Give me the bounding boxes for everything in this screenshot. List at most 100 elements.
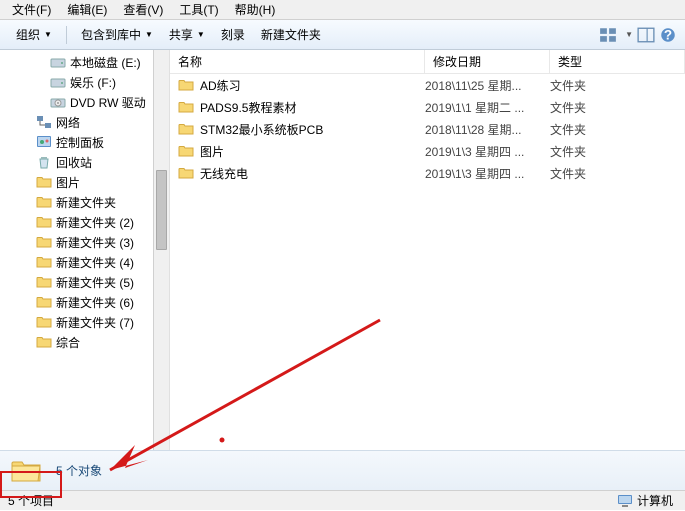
- file-row[interactable]: STM32最小系统板PCB 2018\11\28 星期...文件夹: [170, 118, 685, 140]
- tree-item-label: DVD RW 驱动: [70, 94, 146, 111]
- file-date: 2018\11\25 星期...: [425, 77, 550, 94]
- new-folder-label: 新建文件夹: [261, 26, 321, 43]
- tree-item[interactable]: 图片: [0, 172, 169, 192]
- tree-item-label: 图片: [56, 174, 80, 191]
- header-type[interactable]: 类型: [550, 50, 685, 73]
- folder-icon: [36, 314, 52, 330]
- tree-item[interactable]: 新建文件夹 (5): [0, 272, 169, 292]
- tree-item[interactable]: 新建文件夹: [0, 192, 169, 212]
- burn-label: 刻录: [221, 26, 245, 43]
- folder-icon: [36, 234, 52, 250]
- chevron-down-icon: ▼: [145, 30, 153, 39]
- file-name: AD练习: [200, 77, 241, 94]
- share-label: 共享: [169, 26, 193, 43]
- tree-item[interactable]: 新建文件夹 (3): [0, 232, 169, 252]
- status-location: 计算机: [637, 492, 673, 509]
- preview-pane-icon[interactable]: [637, 26, 655, 44]
- file-type: 文件夹: [550, 121, 586, 138]
- new-folder-button[interactable]: 新建文件夹: [253, 23, 329, 46]
- file-date: 2019\1\1 星期二 ...: [425, 99, 550, 116]
- burn-button[interactable]: 刻录: [213, 23, 253, 46]
- control-icon: [36, 134, 52, 150]
- menu-tools[interactable]: 工具(T): [171, 0, 226, 20]
- file-name: 无线充电: [200, 165, 248, 182]
- include-library-button[interactable]: 包含到库中 ▼: [73, 23, 161, 46]
- folder-icon: [178, 121, 194, 137]
- file-type: 文件夹: [550, 165, 586, 182]
- dvd-icon: [50, 94, 66, 110]
- tree-item[interactable]: 综合: [0, 332, 169, 352]
- folder-icon: [36, 194, 52, 210]
- help-icon[interactable]: ?: [659, 26, 677, 44]
- drive-icon: [50, 74, 66, 90]
- folder-icon: [178, 165, 194, 181]
- include-library-label: 包含到库中: [81, 26, 141, 43]
- folder-icon: [178, 99, 194, 115]
- organize-button[interactable]: 组织 ▼: [8, 23, 60, 46]
- header-name[interactable]: 名称: [170, 50, 425, 73]
- file-type: 文件夹: [550, 77, 586, 94]
- menu-help[interactable]: 帮助(H): [227, 0, 284, 20]
- file-date: 2019\1\3 星期四 ...: [425, 165, 550, 182]
- tree-item-label: 本地磁盘 (E:): [70, 54, 141, 71]
- organize-label: 组织: [16, 26, 40, 43]
- tree-item-label: 新建文件夹 (2): [56, 214, 134, 231]
- menubar: 文件(F) 编辑(E) 查看(V) 工具(T) 帮助(H): [0, 0, 685, 20]
- file-name: 图片: [200, 143, 224, 160]
- scrollbar-vertical[interactable]: [153, 50, 169, 450]
- folder-icon: [36, 174, 52, 190]
- file-name: PADS9.5教程素材: [200, 99, 296, 116]
- menu-file[interactable]: 文件(F): [4, 0, 59, 20]
- tree-item[interactable]: 新建文件夹 (2): [0, 212, 169, 232]
- file-type: 文件夹: [550, 143, 586, 160]
- folder-icon: [36, 254, 52, 270]
- menu-edit[interactable]: 编辑(E): [59, 0, 115, 20]
- chevron-down-icon[interactable]: ▼: [625, 30, 633, 39]
- drive-icon: [50, 54, 66, 70]
- tree-item[interactable]: 新建文件夹 (7): [0, 312, 169, 332]
- folder-icon: [178, 143, 194, 159]
- view-options-icon[interactable]: [599, 26, 617, 44]
- header-date[interactable]: 修改日期: [425, 50, 550, 73]
- chevron-down-icon: ▼: [197, 30, 205, 39]
- recycle-icon: [36, 154, 52, 170]
- tree-item[interactable]: 新建文件夹 (6): [0, 292, 169, 312]
- tree-item[interactable]: 控制面板: [0, 132, 169, 152]
- tree-item[interactable]: 回收站: [0, 152, 169, 172]
- file-name: STM32最小系统板PCB: [200, 121, 323, 138]
- tree-item[interactable]: 新建文件夹 (4): [0, 252, 169, 272]
- tree-item-label: 新建文件夹 (6): [56, 294, 134, 311]
- tree-item-label: 娱乐 (F:): [70, 74, 116, 91]
- tree-item-label: 新建文件夹 (7): [56, 314, 134, 331]
- menu-view[interactable]: 查看(V): [115, 0, 171, 20]
- file-date: 2018\11\28 星期...: [425, 121, 550, 138]
- share-button[interactable]: 共享 ▼: [161, 23, 213, 46]
- tree-item-label: 回收站: [56, 154, 92, 171]
- network-icon: [36, 114, 52, 130]
- tree-item[interactable]: 本地磁盘 (E:): [0, 52, 169, 72]
- folder-icon: [36, 334, 52, 350]
- file-type: 文件夹: [550, 99, 586, 116]
- tree-item[interactable]: 网络: [0, 112, 169, 132]
- file-date: 2019\1\3 星期四 ...: [425, 143, 550, 160]
- folder-icon: [36, 294, 52, 310]
- file-row[interactable]: 图片 2019\1\3 星期四 ...文件夹: [170, 140, 685, 162]
- svg-text:?: ?: [664, 27, 672, 42]
- folder-icon: [36, 214, 52, 230]
- tree-item-label: 新建文件夹 (3): [56, 234, 134, 251]
- file-row[interactable]: AD练习 2018\11\25 星期...文件夹: [170, 74, 685, 96]
- tree-item[interactable]: DVD RW 驱动: [0, 92, 169, 112]
- statusbar: 5 个项目 计算机: [0, 490, 685, 510]
- separator: [66, 26, 67, 44]
- computer-icon: [617, 494, 633, 508]
- tree-item-label: 综合: [56, 334, 80, 351]
- nav-tree: 本地磁盘 (E:)娱乐 (F:)DVD RW 驱动网络控制面板回收站图片新建文件…: [0, 50, 170, 450]
- details-pane: 5 个对象: [0, 450, 685, 490]
- file-row[interactable]: PADS9.5教程素材 2019\1\1 星期二 ...文件夹: [170, 96, 685, 118]
- column-headers: 名称 修改日期 类型: [170, 50, 685, 74]
- details-caption: 5 个对象: [56, 462, 102, 479]
- scrollbar-thumb[interactable]: [156, 170, 167, 250]
- tree-item[interactable]: 娱乐 (F:): [0, 72, 169, 92]
- file-row[interactable]: 无线充电 2019\1\3 星期四 ...文件夹: [170, 162, 685, 184]
- folder-icon: [10, 455, 42, 487]
